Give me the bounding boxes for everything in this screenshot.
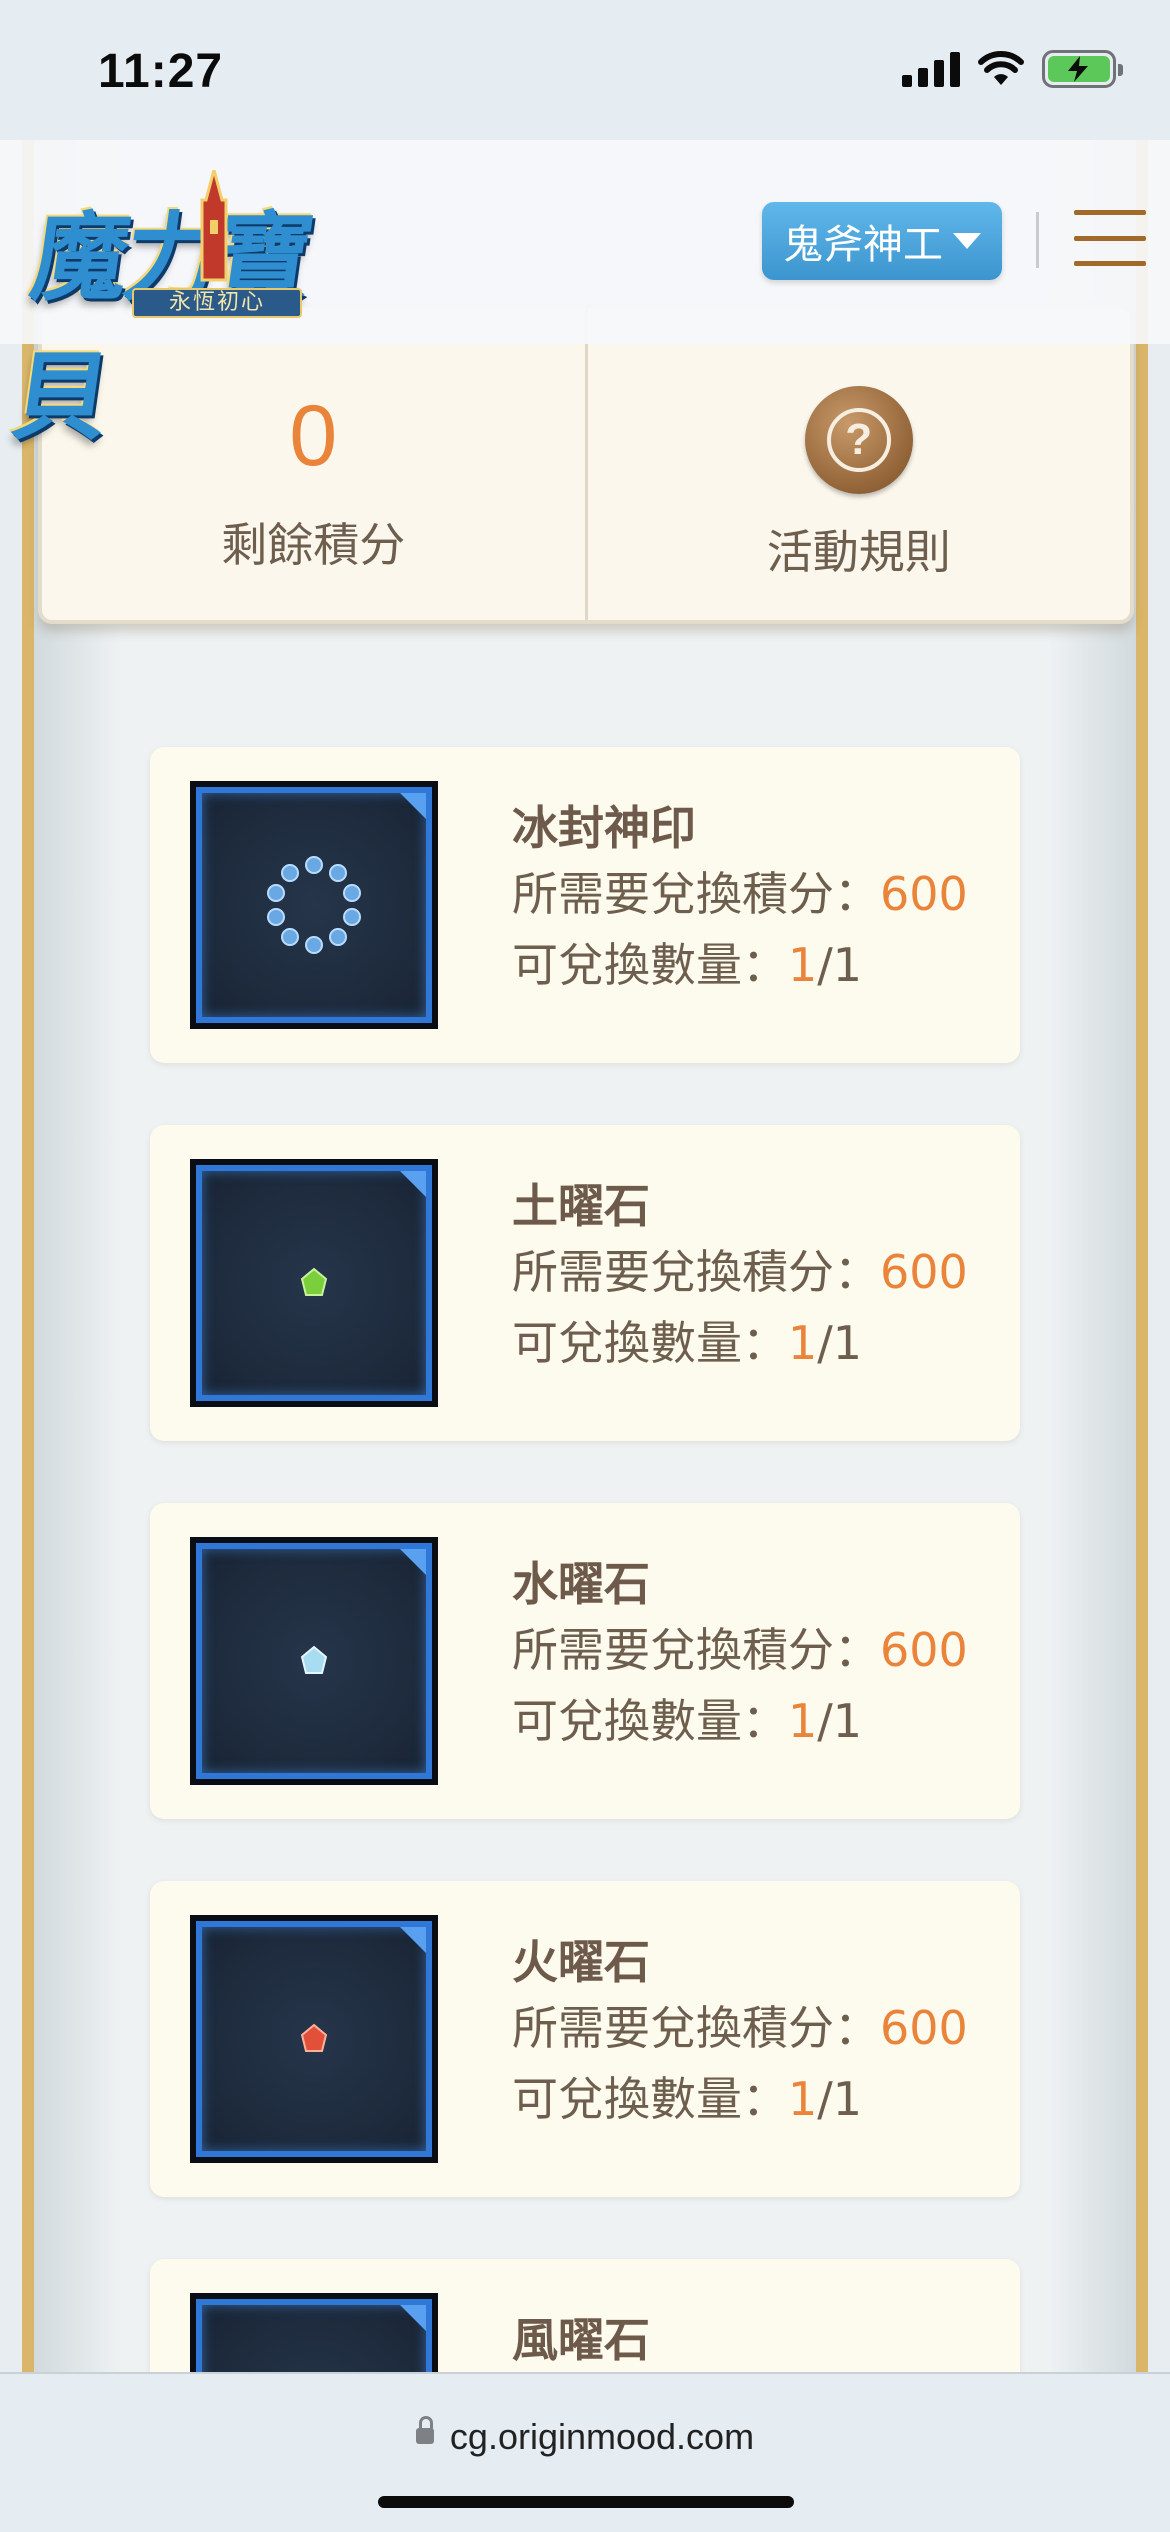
status-bar: 11:27	[0, 0, 1170, 140]
remaining-points-label: 剩餘積分	[221, 518, 406, 572]
item-name: 火曜石	[512, 1935, 650, 1989]
url-text: cg.originmood.com	[449, 2416, 755, 2457]
caret-down-icon	[953, 233, 981, 249]
item-name: 風曜石	[512, 2313, 650, 2367]
item-name: 水曜石	[512, 1557, 650, 1611]
item-quantity: 可兌換數量：1/1	[512, 1316, 863, 1371]
home-indicator[interactable]	[378, 2496, 794, 2508]
server-select-dropdown[interactable]: 鬼斧神工	[762, 202, 1002, 280]
activity-rules-button[interactable]: ? 活動規則	[588, 308, 1131, 620]
red-gem-icon	[190, 1915, 438, 2163]
reward-card[interactable]: 風曜石	[150, 2259, 1020, 2372]
url-display[interactable]: cg.originmood.com	[0, 2416, 1170, 2458]
blue-gem-icon	[190, 1537, 438, 1785]
battery-icon	[1042, 50, 1123, 88]
reward-card[interactable]: 冰封神印 所需要兌換積分：600 可兌換數量：1/1	[150, 747, 1020, 1063]
status-icons	[902, 50, 1123, 88]
lock-icon	[415, 2416, 434, 2445]
wifi-icon	[978, 51, 1024, 85]
item-cost: 所需要兌換積分：600	[512, 2001, 968, 2056]
castle-tower-icon	[200, 170, 228, 282]
reward-card[interactable]: 土曜石 所需要兌換積分：600 可兌換數量：1/1	[150, 1125, 1020, 1441]
question-mark-icon: ?	[804, 386, 913, 494]
cellular-signal-icon	[902, 51, 960, 87]
item-name: 土曜石	[512, 1179, 650, 1233]
server-select-label: 鬼斧神工	[783, 222, 943, 268]
item-quantity: 可兌換數量：1/1	[512, 938, 863, 993]
activity-rules-label: 活動規則	[766, 525, 951, 579]
item-cost: 所需要兌換積分：600	[512, 1623, 968, 1678]
item-quantity: 可兌換數量：1/1	[512, 2072, 863, 2127]
item-name: 冰封神印	[512, 801, 696, 855]
item-cost: 所需要兌換積分：600	[512, 867, 968, 922]
item-cost: 所需要兌換積分：600	[512, 1245, 968, 1300]
hamburger-menu-icon[interactable]	[1074, 210, 1146, 266]
header-divider	[1036, 212, 1039, 268]
logo-subtitle: 永恆初心	[132, 288, 302, 318]
browser-address-bar[interactable]: cg.originmood.com	[0, 2372, 1170, 2532]
ice-seal-ring-icon	[190, 781, 438, 1029]
page-content: 魔力寶貝 永恆初心 鬼斧神工 0 剩餘積分 ? 活動規則 冰封神印 所需要兌換積…	[0, 140, 1170, 2372]
reward-card[interactable]: 火曜石 所需要兌換積分：600 可兌換數量：1/1	[150, 1881, 1020, 2197]
reward-card[interactable]: 水曜石 所需要兌換積分：600 可兌換數量：1/1	[150, 1503, 1020, 1819]
site-logo[interactable]: 魔力寶貝 永恆初心	[5, 170, 384, 453]
site-header: 魔力寶貝 永恆初心 鬼斧神工	[0, 140, 1170, 453]
green-gem-icon	[190, 1159, 438, 1407]
wind-gem-icon	[190, 2293, 438, 2372]
status-time: 11:27	[98, 45, 224, 98]
item-quantity: 可兌換數量：1/1	[512, 1694, 863, 1749]
